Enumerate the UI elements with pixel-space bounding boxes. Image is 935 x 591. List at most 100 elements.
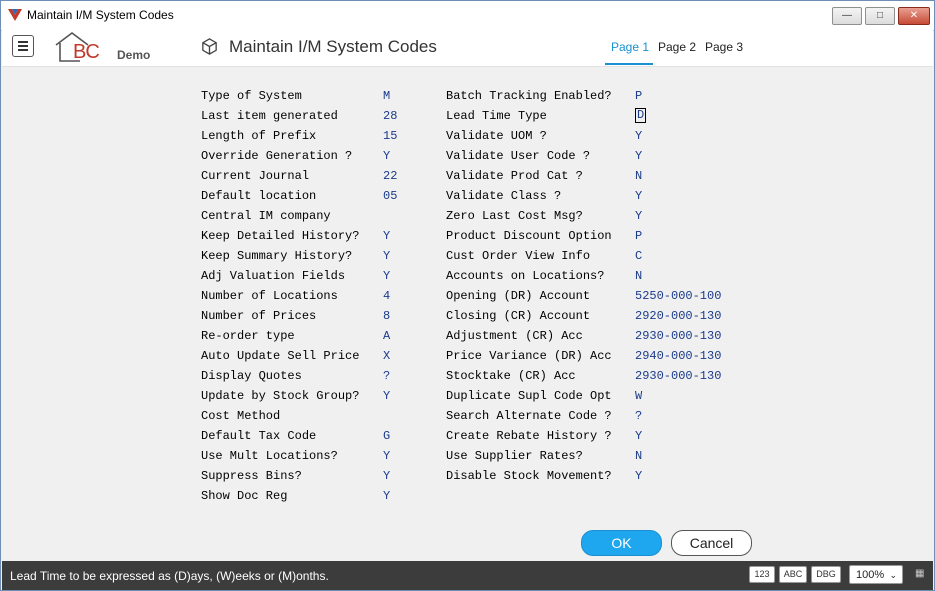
field-value-left[interactable]: 05	[383, 189, 397, 203]
field-value-left[interactable]: M	[383, 89, 390, 103]
field-label-left: Keep Summary History?	[201, 249, 353, 263]
field-label-left: Central IM company	[201, 209, 331, 223]
field-label-right: Validate UOM ?	[446, 129, 547, 143]
field-value-left[interactable]: 8	[383, 309, 390, 323]
zoom-value: 100%	[856, 569, 885, 581]
title-bar: Maintain I/M System Codes — □ ✕	[1, 1, 934, 31]
app-logo-icon	[8, 9, 22, 21]
field-value-left[interactable]: A	[383, 329, 390, 343]
numeric-mode-badge[interactable]: 123	[749, 566, 775, 583]
field-value-left[interactable]: ?	[383, 369, 390, 383]
field-label-right: Closing (CR) Account	[446, 309, 591, 323]
field-label-left: Keep Detailed History?	[201, 229, 360, 243]
field-value-left[interactable]: Y	[383, 149, 390, 163]
field-value-left[interactable]: Y	[383, 269, 390, 283]
field-label-left: Current Journal	[201, 169, 310, 183]
status-bar: Lead Time to be expressed as (D)ays, (W)…	[2, 561, 933, 590]
caps-mode-badge[interactable]: ABC	[779, 566, 807, 583]
field-value-right[interactable]: Y	[635, 469, 642, 483]
form-area: Type of System M Last item generated 28 Leng…	[2, 67, 933, 561]
field-label-left: Update by Stock Group?	[201, 389, 360, 403]
cube-icon	[202, 38, 217, 55]
field-label-left: Display Quotes	[201, 369, 302, 383]
field-value-right[interactable]: Y	[635, 209, 642, 223]
maximize-button[interactable]: □	[865, 7, 895, 25]
field-value-left[interactable]: 4	[383, 289, 390, 303]
field-value-right[interactable]: Y	[635, 149, 642, 163]
minimize-button[interactable]: —	[832, 7, 862, 25]
field-value-right[interactable]: 2930-000-130	[635, 369, 721, 383]
field-value-left[interactable]: Y	[383, 389, 390, 403]
field-label-right: Validate Class ?	[446, 189, 562, 203]
field-label-left: Number of Locations	[201, 289, 338, 303]
field-label-right: Batch Tracking Enabled?	[446, 89, 612, 103]
field-value-right[interactable]: 5250-000-100	[635, 289, 721, 303]
app-window: Maintain I/M System Codes — □ ✕ BC Demo …	[0, 0, 935, 591]
tab-page-1[interactable]: Page 1	[611, 40, 649, 54]
field-value-right[interactable]: N	[635, 269, 642, 283]
field-value-left[interactable]: Y	[383, 249, 390, 263]
field-value-right[interactable]: N	[635, 449, 642, 463]
tab-page-3[interactable]: Page 3	[705, 40, 743, 54]
field-label-right: Search Alternate Code ?	[446, 409, 612, 423]
field-value-left[interactable]: 28	[383, 109, 397, 123]
field-value-right[interactable]: 2940-000-130	[635, 349, 721, 363]
field-value-right[interactable]: 2920-000-130	[635, 309, 721, 323]
field-value-left[interactable]: Y	[383, 229, 390, 243]
field-label-left: Adj Valuation Fields	[201, 269, 346, 283]
close-button[interactable]: ✕	[898, 7, 930, 25]
field-value-left[interactable]: Y	[383, 449, 390, 463]
field-value-right[interactable]: W	[635, 389, 642, 403]
field-label-left: Length of Prefix	[201, 129, 317, 143]
field-label-right: Zero Last Cost Msg?	[446, 209, 583, 223]
field-label-left: Auto Update Sell Price	[201, 349, 360, 363]
field-value-left[interactable]: X	[383, 349, 390, 363]
debug-badge[interactable]: DBG	[811, 566, 841, 583]
minimize-icon: —	[842, 10, 852, 21]
tab-page-2[interactable]: Page 2	[658, 40, 696, 54]
hamburger-icon-line	[18, 49, 28, 51]
field-value-right[interactable]: Y	[635, 189, 642, 203]
cancel-button[interactable]: Cancel	[671, 530, 752, 556]
field-label-right: Use Supplier Rates?	[446, 449, 583, 463]
resize-grip-icon[interactable]: ▦	[915, 569, 925, 579]
window-title: Maintain I/M System Codes	[27, 8, 174, 22]
field-value-right[interactable]: 2930-000-130	[635, 329, 721, 343]
field-label-right: Stocktake (CR) Acc	[446, 369, 576, 383]
hamburger-icon	[18, 41, 28, 43]
field-value-left[interactable]: 15	[383, 129, 397, 143]
hamburger-icon-line	[18, 45, 28, 47]
field-value-right[interactable]: ?	[635, 409, 642, 423]
chevron-down-icon: ⌄	[889, 570, 897, 580]
field-label-left: Override Generation ?	[201, 149, 353, 163]
field-value-right[interactable]: D	[635, 108, 647, 123]
field-label-left: Cost Method	[201, 409, 281, 423]
field-value-left[interactable]: G	[383, 429, 390, 443]
field-label-right: Create Rebate History ?	[446, 429, 612, 443]
field-value-right[interactable]: Y	[635, 129, 642, 143]
field-label-left: Show Doc Reg	[201, 489, 288, 503]
field-value-right[interactable]: C	[635, 249, 642, 263]
active-tab-indicator	[605, 63, 653, 65]
menu-button[interactable]	[12, 35, 34, 57]
app-header: BC Demo Maintain I/M System Codes Page 1…	[2, 30, 933, 67]
field-value-left[interactable]: 22	[383, 169, 397, 183]
field-value-left[interactable]: Y	[383, 469, 390, 483]
field-value-right[interactable]: P	[635, 89, 642, 103]
field-label-right: Cust Order View Info	[446, 249, 591, 263]
ok-button[interactable]: OK	[581, 530, 662, 556]
page-title: Maintain I/M System Codes	[229, 37, 437, 56]
field-value-right[interactable]: Y	[635, 429, 642, 443]
field-value-left[interactable]: Y	[383, 489, 390, 503]
field-value-right[interactable]: N	[635, 169, 642, 183]
maximize-icon: □	[876, 10, 884, 21]
field-label-right: Disable Stock Movement?	[446, 469, 612, 483]
field-label-right: Validate Prod Cat ?	[446, 169, 583, 183]
field-label-right: Accounts on Locations?	[446, 269, 605, 283]
zoom-select[interactable]: 100% ⌄	[849, 565, 903, 584]
field-label-left: Type of System	[201, 89, 302, 103]
field-label-left: Use Mult Locations?	[201, 449, 338, 463]
field-value-right[interactable]: P	[635, 229, 642, 243]
logo-letters: BC	[73, 41, 100, 63]
status-message: Lead Time to be expressed as (D)ays, (W)…	[10, 569, 329, 583]
